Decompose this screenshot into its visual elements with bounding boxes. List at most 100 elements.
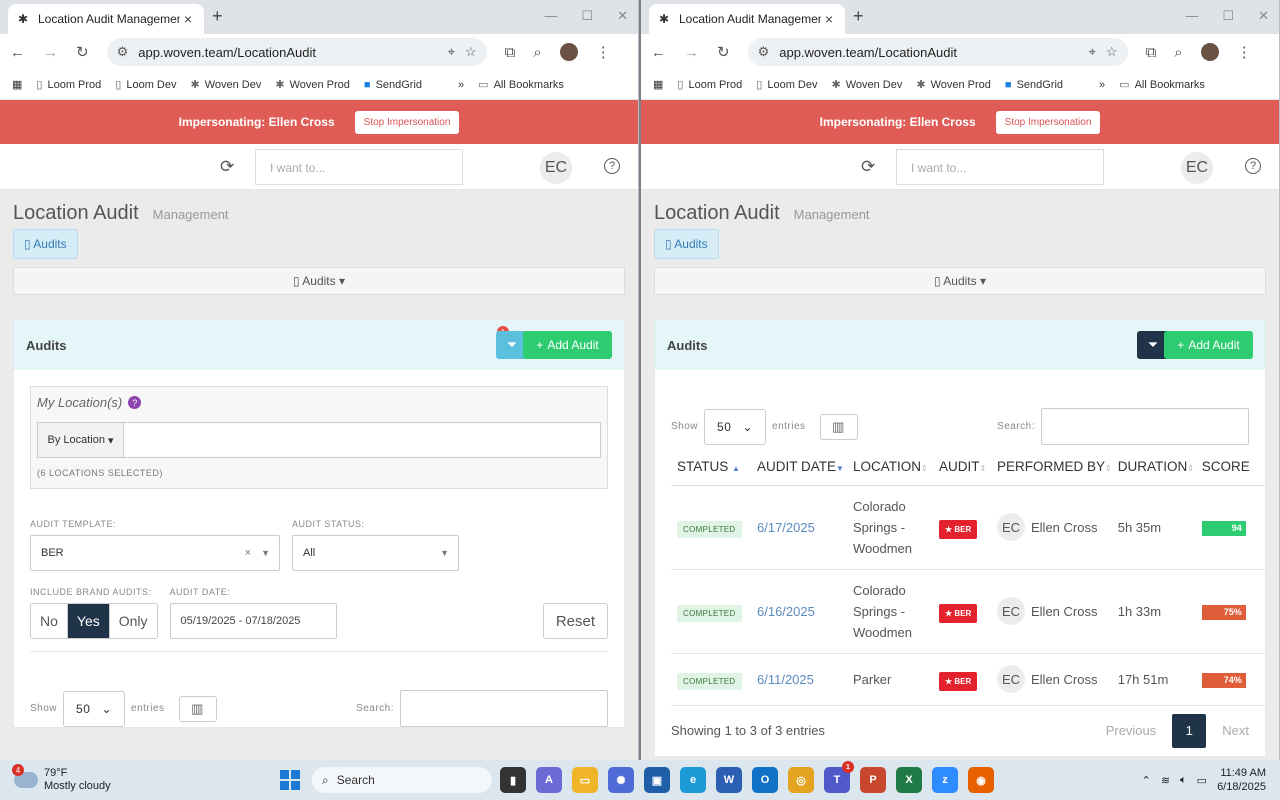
powerpoint-icon[interactable]: P: [860, 767, 886, 793]
site-info-icon[interactable]: ⚙: [758, 44, 770, 60]
i-want-to-input[interactable]: I want to...: [896, 149, 1104, 185]
columns-icon[interactable]: ▥: [178, 695, 217, 722]
table-row[interactable]: COMPLETED 6/17/2025 Colorado Springs - W…: [671, 485, 1265, 570]
previous-button[interactable]: Previous: [1106, 723, 1157, 738]
weather-widget[interactable]: 4 79°F Mostly cloudy: [12, 764, 111, 793]
minimize-icon[interactable]: —: [544, 8, 557, 24]
audit-date-link[interactable]: 6/16/2025: [757, 604, 815, 619]
next-button[interactable]: Next: [1222, 723, 1249, 738]
browser-tab[interactable]: ✱ Location Audit Management ×: [649, 4, 845, 34]
taskbar-search[interactable]: ⌕ Search: [312, 767, 492, 793]
audit-date-input[interactable]: 05/19/2025 - 07/18/2025: [169, 603, 337, 639]
audits-pill[interactable]: ▯ Audits: [13, 229, 78, 259]
bookmark-item[interactable]: ▯ Loom Dev: [756, 78, 817, 92]
bookmark-item[interactable]: ▯ Loom Prod: [677, 78, 742, 92]
table-search-input[interactable]: [1041, 408, 1249, 445]
battery-icon[interactable]: ▭: [1197, 774, 1207, 787]
all-bookmarks[interactable]: ▭ All Bookmarks: [478, 78, 564, 92]
firefox-icon[interactable]: ◉: [968, 767, 994, 793]
all-bookmarks[interactable]: ▭ All Bookmarks: [1119, 78, 1205, 92]
close-window-icon[interactable]: ✕: [1258, 8, 1269, 24]
column-header[interactable]: AUDIT⇕: [933, 449, 991, 486]
maximize-icon[interactable]: ☐: [581, 8, 593, 24]
refresh-icon[interactable]: ⟳: [220, 157, 234, 177]
reset-button[interactable]: Reset: [542, 603, 608, 639]
stop-impersonation-button[interactable]: Stop Impersonation: [995, 110, 1101, 134]
maximize-icon[interactable]: ☐: [1222, 8, 1234, 24]
column-header[interactable]: LOCATION⇕: [847, 449, 933, 486]
user-avatar[interactable]: EC: [540, 152, 572, 184]
site-info-icon[interactable]: ⚙: [117, 44, 129, 60]
back-icon[interactable]: ←: [10, 44, 25, 61]
bookmark-item[interactable]: ✱ Woven Dev: [190, 78, 261, 92]
audits-dropdown[interactable]: ▯ Audits ▾: [13, 267, 625, 295]
reload-icon[interactable]: ↻: [717, 43, 730, 61]
audit-status-select[interactable]: All ▼: [292, 535, 459, 571]
edge-icon[interactable]: e: [680, 767, 706, 793]
excel-icon[interactable]: X: [896, 767, 922, 793]
bookmark-item[interactable]: ✱ Woven Prod: [916, 78, 991, 92]
bookmark-item[interactable]: ✱ Woven Prod: [275, 78, 350, 92]
stop-impersonation-button[interactable]: Stop Impersonation: [354, 110, 460, 134]
bookmark-item[interactable]: ▯ Loom Prod: [36, 78, 101, 92]
help-icon[interactable]: ?: [604, 158, 620, 174]
column-header[interactable]: AUDIT DATE▼: [751, 449, 847, 486]
help-icon[interactable]: ?: [1245, 158, 1261, 174]
apps-grid-icon[interactable]: ▦: [653, 78, 663, 91]
entries-select[interactable]: 50 ⌄: [704, 408, 767, 445]
audit-template-select[interactable]: BER × ▼: [30, 535, 280, 571]
back-icon[interactable]: ←: [651, 44, 666, 61]
bookmark-item[interactable]: ■ SendGrid: [1005, 79, 1063, 91]
new-tab-icon[interactable]: +: [212, 6, 223, 27]
store-icon[interactable]: ▣: [644, 767, 670, 793]
zoom-icon[interactable]: z: [932, 767, 958, 793]
i-want-to-input[interactable]: I want to...: [255, 149, 463, 185]
more-bookmarks-icon[interactable]: »: [1099, 79, 1105, 91]
browser-tab[interactable]: ✱ Location Audit Management ×: [8, 4, 204, 34]
clock[interactable]: 11:49 AM 6/18/2025: [1217, 766, 1266, 794]
profile-avatar[interactable]: [559, 43, 578, 61]
column-header[interactable]: PERFORMED BY⇕: [991, 449, 1112, 486]
audits-pill[interactable]: ▯ Audits: [654, 229, 719, 259]
chevron-up-icon[interactable]: ⌃: [1142, 774, 1151, 787]
bookmark-item[interactable]: ✱ Woven Dev: [831, 78, 902, 92]
arc-icon[interactable]: A: [536, 767, 562, 793]
column-header[interactable]: STATUS ▲: [671, 449, 751, 486]
close-tab-icon[interactable]: ×: [821, 11, 837, 27]
bookmark-item[interactable]: ▯ Loom Dev: [115, 78, 176, 92]
audit-date-link[interactable]: 6/11/2025: [757, 672, 814, 687]
start-icon[interactable]: [280, 770, 300, 790]
profile-avatar[interactable]: [1200, 43, 1219, 61]
chrome-icon[interactable]: ◎: [788, 767, 814, 793]
page-1-button[interactable]: 1: [1172, 713, 1207, 748]
extensions-icon[interactable]: ⧉: [1146, 44, 1157, 61]
wifi-icon[interactable]: ≋: [1161, 774, 1170, 787]
by-location-select[interactable]: By Location ▾: [38, 423, 124, 457]
settings-icon[interactable]: ✺: [608, 767, 634, 793]
extensions-icon[interactable]: ⧉: [505, 44, 516, 61]
add-audit-button[interactable]: + Add Audit: [1164, 331, 1253, 359]
entries-select[interactable]: 50 ⌄: [63, 690, 126, 727]
column-header[interactable]: SCORE: [1195, 449, 1265, 486]
forward-icon[interactable]: →: [43, 44, 58, 61]
brand-only-option[interactable]: Only: [110, 604, 157, 638]
address-bar[interactable]: ⚙ app.woven.team/LocationAudit ⌖ ☆: [106, 38, 487, 66]
minimize-icon[interactable]: —: [1185, 8, 1198, 24]
location-pin-icon[interactable]: ⌖: [1089, 44, 1096, 60]
bookmark-star-icon[interactable]: ☆: [465, 44, 477, 60]
address-bar[interactable]: ⚙ app.woven.team/LocationAudit ⌖ ☆: [747, 38, 1128, 66]
teams-icon[interactable]: T1: [824, 761, 854, 793]
file-explorer-icon[interactable]: ▭: [572, 767, 598, 793]
question-icon[interactable]: ?: [128, 396, 142, 409]
clear-icon[interactable]: ×: [245, 547, 251, 559]
more-bookmarks-icon[interactable]: »: [458, 79, 464, 91]
audit-date-link[interactable]: 6/17/2025: [757, 520, 815, 535]
volume-icon[interactable]: 🔈︎: [1180, 774, 1187, 787]
brand-no-option[interactable]: No: [31, 604, 68, 638]
location-pin-icon[interactable]: ⌖: [448, 44, 455, 60]
apps-grid-icon[interactable]: ▦: [12, 78, 22, 91]
menu-icon[interactable]: ⋮: [596, 43, 611, 61]
lens-icon[interactable]: ⌕: [533, 44, 541, 61]
column-header[interactable]: DURATION⇕: [1111, 449, 1196, 486]
columns-icon[interactable]: ▥: [819, 413, 858, 440]
